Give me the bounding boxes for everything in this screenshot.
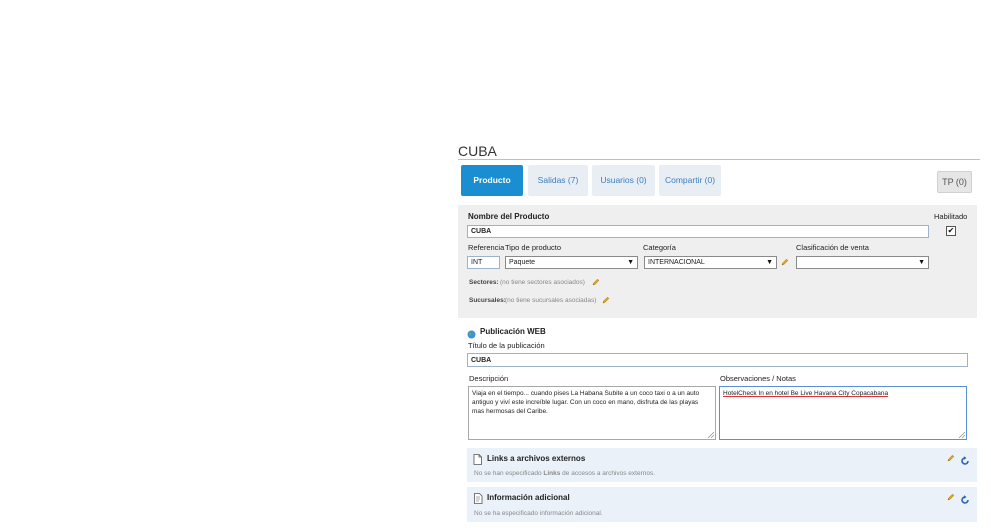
sales-class-label: Clasificación de venta	[796, 243, 869, 252]
product-name-input[interactable]	[467, 225, 929, 238]
enabled-label: Habilitado	[934, 212, 968, 221]
category-value: INTERNACIONAL	[648, 259, 705, 266]
reference-input[interactable]	[467, 256, 500, 269]
edit-category-pencil-icon[interactable]	[781, 258, 789, 266]
edit-sectors-pencil-icon[interactable]	[592, 278, 600, 286]
reference-label: Referencia	[468, 243, 505, 252]
tab-compartir[interactable]: Compartir (0)	[659, 165, 721, 196]
external-links-note-bold: Links	[543, 470, 561, 477]
chevron-down-icon: ▼	[627, 259, 634, 266]
resize-handle-icon[interactable]	[708, 432, 714, 438]
notes-label: Observaciones / Notas	[720, 374, 796, 383]
branches-value: (no tiene sucursales asociadas)	[505, 297, 597, 304]
additional-info-note: No se ha especificado información adicio…	[474, 510, 603, 517]
external-links-note-post: de accesos a archivos externos.	[560, 470, 656, 477]
publication-title-input[interactable]	[467, 353, 968, 367]
category-select[interactable]: INTERNACIONAL ▼	[644, 256, 777, 269]
chevron-down-icon: ▼	[766, 259, 773, 266]
edit-additional-pencil-icon[interactable]	[947, 493, 955, 501]
tab-producto[interactable]: Producto	[461, 165, 523, 196]
publication-title-label: Título de la publicación	[468, 341, 545, 350]
product-type-value: Paquete	[509, 259, 536, 266]
description-text: Viaja en el tiempo... cuando pises La Ha…	[472, 390, 700, 415]
tp-button[interactable]: TP (0)	[937, 171, 972, 193]
document-icon	[473, 452, 482, 465]
sectors-label: Sectores:	[469, 279, 499, 286]
notes-text: HotelCheck In en hotel Be Live Havana Ci…	[723, 390, 889, 397]
product-name-label: Nombre del Producto	[468, 212, 550, 221]
external-links-title: Links a archivos externos	[487, 454, 586, 463]
product-type-label: Tipo de producto	[505, 243, 562, 252]
description-textarea[interactable]: Viaja en el tiempo... cuando pises La Ha…	[468, 386, 716, 440]
branches-label: Sucursales:	[469, 297, 506, 304]
tab-salidas[interactable]: Salidas (7)	[528, 165, 588, 196]
external-links-note: No se han especificado Links de accesos …	[474, 470, 655, 477]
tab-usuarios[interactable]: Usuarios (0)	[592, 165, 655, 196]
category-label: Categoría	[643, 243, 676, 252]
product-type-select[interactable]: Paquete ▼	[505, 256, 638, 269]
resize-handle-icon[interactable]	[959, 432, 965, 438]
title-divider	[458, 159, 980, 160]
web-section-title: Publicación WEB	[480, 327, 546, 336]
external-links-note-pre: No se han especificado	[474, 470, 544, 477]
edit-links-pencil-icon[interactable]	[947, 454, 955, 462]
info-document-icon	[473, 491, 483, 504]
description-label: Descripción	[469, 374, 509, 383]
chevron-down-icon: ▼	[918, 259, 925, 266]
sales-class-select[interactable]: ▼	[796, 256, 929, 269]
enabled-checkbox[interactable]: ✔	[946, 226, 956, 236]
refresh-links-icon[interactable]	[960, 453, 970, 465]
refresh-additional-icon[interactable]	[960, 492, 970, 504]
notes-textarea[interactable]: HotelCheck In en hotel Be Live Havana Ci…	[719, 386, 967, 440]
additional-info-title: Información adicional	[487, 493, 570, 502]
edit-branches-pencil-icon[interactable]	[602, 296, 610, 304]
page-title: CUBA	[458, 143, 497, 159]
globe-icon	[467, 326, 476, 339]
sectors-value: (no tiene sectores asociados)	[500, 279, 585, 286]
